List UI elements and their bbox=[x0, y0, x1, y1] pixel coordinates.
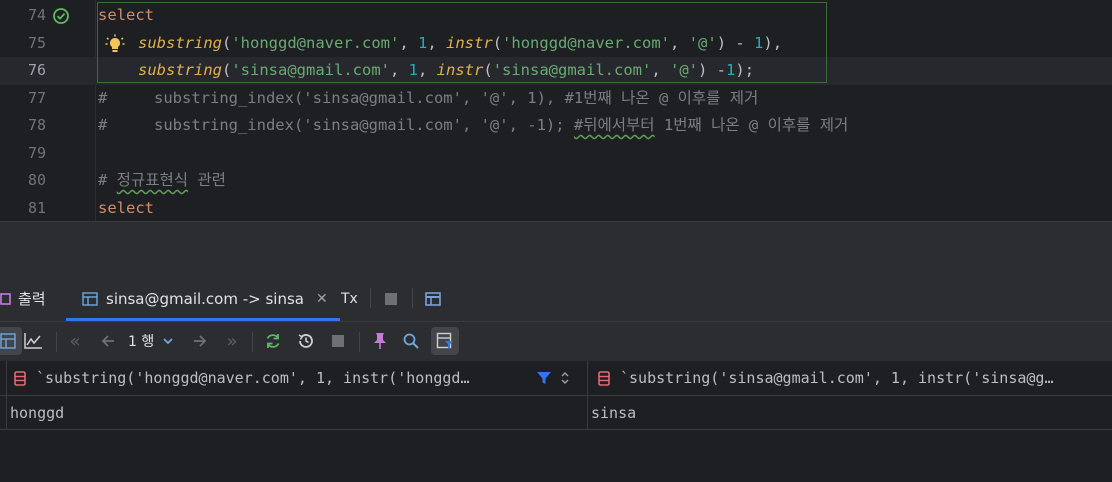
tab-label: Tx bbox=[341, 290, 358, 307]
table-cell[interactable]: sinsa bbox=[588, 396, 1112, 430]
column-separator[interactable] bbox=[587, 361, 588, 430]
arrow-right-icon bbox=[194, 335, 207, 347]
first-page-button[interactable]: « bbox=[61, 327, 89, 355]
output-icon bbox=[0, 292, 11, 305]
code-line-74[interactable]: 74 select bbox=[0, 2, 1112, 30]
toolbar-separator bbox=[252, 332, 253, 352]
column-icon bbox=[14, 370, 26, 386]
code-comment: # 정규표현식 관련 bbox=[98, 171, 226, 189]
search-icon bbox=[403, 333, 419, 349]
stop-button[interactable] bbox=[383, 276, 399, 321]
history-icon bbox=[298, 334, 313, 348]
history-button[interactable] bbox=[292, 327, 320, 355]
stop-query-button[interactable] bbox=[324, 327, 352, 355]
line-number: 81 bbox=[27, 198, 46, 217]
code-line-75[interactable]: 75 substring('honggd@naver.com', 1, inst… bbox=[0, 30, 1112, 58]
grid-icon bbox=[0, 333, 16, 349]
code-line-79[interactable]: 79 bbox=[0, 140, 1112, 168]
tab-label: sinsa@gmail.com -> sinsa bbox=[106, 289, 304, 308]
filter-toggle-button[interactable] bbox=[431, 327, 459, 355]
column-header-2[interactable]: `substring('sinsa@gmail.com', 1, instr('… bbox=[588, 361, 1112, 396]
close-icon[interactable]: ✕ bbox=[316, 291, 328, 307]
line-number: 79 bbox=[27, 143, 46, 162]
line-number: 74 bbox=[27, 6, 46, 24]
stop-icon bbox=[332, 335, 344, 347]
page-size-select[interactable]: 1 행 bbox=[128, 327, 184, 355]
filter-icon bbox=[436, 332, 453, 349]
column-header-1[interactable]: `substring('honggd@naver.com', 1, instr(… bbox=[0, 361, 587, 396]
page-size-label: 1 행 bbox=[128, 334, 155, 350]
column-icon bbox=[598, 370, 610, 386]
arrow-left-icon bbox=[101, 335, 114, 347]
column-header-label: `substring('honggd@naver.com', 1, instr(… bbox=[36, 369, 470, 387]
result-grid[interactable]: `substring('honggd@naver.com', 1, instr(… bbox=[0, 361, 1112, 482]
code-line-78[interactable]: 78 # substring_index('sinsa@gmail.com', … bbox=[0, 112, 1112, 140]
column-separator bbox=[6, 361, 7, 430]
line-number: 75 bbox=[27, 33, 46, 52]
column-header-label: `substring('sinsa@gmail.com', 1, instr('… bbox=[620, 369, 1054, 387]
code-text: substring('honggd@naver.com', 1, instr('… bbox=[138, 33, 783, 52]
tab-output[interactable]: 출력 bbox=[0, 276, 46, 321]
check-circle-icon[interactable] bbox=[52, 7, 70, 25]
line-number: 77 bbox=[27, 88, 46, 107]
tab-separator bbox=[370, 288, 371, 308]
code-text: select bbox=[98, 198, 154, 217]
line-number: 80 bbox=[27, 171, 46, 189]
code-comment: # substring_index('sinsa@gmail.com', '@'… bbox=[98, 116, 849, 134]
layout-icon bbox=[425, 291, 441, 306]
funnel-icon[interactable] bbox=[536, 370, 552, 386]
code-line-81[interactable]: 81 select bbox=[0, 195, 1112, 223]
tab-label: 출력 bbox=[18, 290, 46, 308]
line-number: 78 bbox=[27, 116, 46, 134]
table-icon bbox=[82, 291, 98, 306]
results-toolbar: « 1 행 » bbox=[0, 321, 1112, 361]
code-comment: # substring_index('sinsa@gmail.com', '@'… bbox=[98, 88, 759, 107]
code-line-80[interactable]: 80 # 정규표현식 관련 bbox=[0, 167, 1112, 195]
refresh-button[interactable] bbox=[259, 327, 287, 355]
toolbar-separator bbox=[56, 332, 57, 352]
lightbulb-icon[interactable] bbox=[105, 34, 125, 54]
code-text: substring('sinsa@gmail.com', 1, instr('s… bbox=[138, 61, 755, 79]
tab-separator bbox=[412, 288, 413, 308]
double-chevron-left-icon: « bbox=[69, 330, 81, 352]
code-editor[interactable]: 74 select 75 substring('honggd@naver.com… bbox=[0, 0, 1112, 221]
tab-result[interactable]: sinsa@gmail.com -> sinsa ✕ bbox=[66, 276, 340, 321]
tab-transaction[interactable]: Tx bbox=[341, 276, 358, 321]
last-page-button[interactable]: » bbox=[218, 327, 246, 355]
layout-button[interactable] bbox=[425, 276, 441, 321]
table-cell[interactable]: honggd bbox=[0, 396, 587, 430]
stop-icon bbox=[385, 292, 397, 305]
chevron-down-icon bbox=[163, 338, 173, 345]
pin-icon bbox=[374, 333, 386, 349]
code-line-77[interactable]: 77 # substring_index('sinsa@gmail.com', … bbox=[0, 85, 1112, 113]
code-line-76[interactable]: 76 substring('sinsa@gmail.com', 1, instr… bbox=[0, 57, 1112, 85]
previous-page-button[interactable] bbox=[94, 327, 122, 355]
code-text: select bbox=[98, 6, 154, 24]
pin-button[interactable] bbox=[366, 327, 394, 355]
sort-icon[interactable] bbox=[560, 371, 570, 385]
chart-view-button[interactable] bbox=[19, 327, 47, 355]
panel-splitter[interactable] bbox=[0, 221, 1112, 276]
next-page-button[interactable] bbox=[186, 327, 214, 355]
chart-icon bbox=[24, 333, 42, 349]
line-number: 76 bbox=[27, 61, 46, 79]
results-tab-bar: 출력 sinsa@gmail.com -> sinsa ✕ Tx bbox=[0, 276, 1112, 321]
toolbar-separator bbox=[359, 332, 360, 352]
refresh-icon bbox=[266, 334, 280, 348]
search-button[interactable] bbox=[397, 327, 425, 355]
double-chevron-right-icon: » bbox=[226, 330, 238, 352]
